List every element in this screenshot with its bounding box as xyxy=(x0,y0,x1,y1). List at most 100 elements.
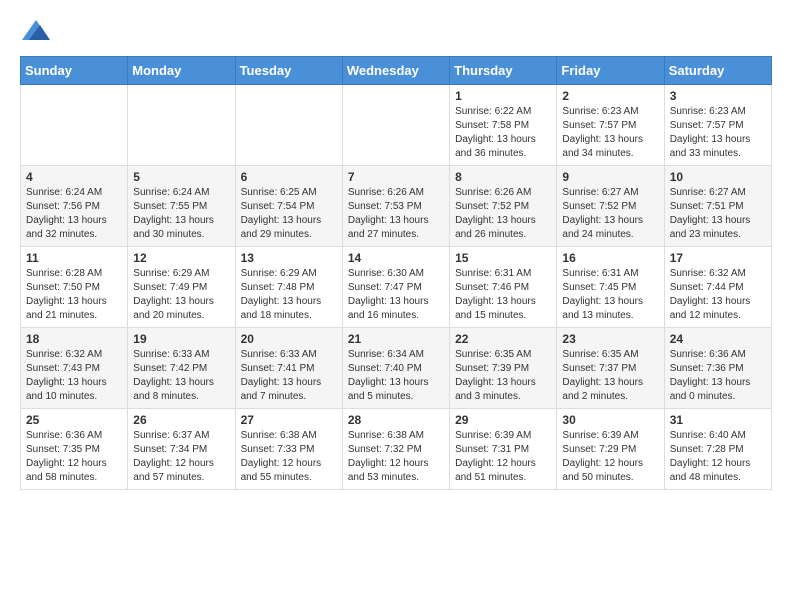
calendar-cell: 21Sunrise: 6:34 AM Sunset: 7:40 PM Dayli… xyxy=(342,328,449,409)
calendar-cell: 3 Sunrise: 6:23 AM Sunset: 7:57 PM Daylig… xyxy=(664,85,771,166)
calendar-cell: 25 Sunrise: 6:36 AM Sunset: 7:35 PM Dayli… xyxy=(21,409,128,490)
calendar-cell: 31 Sunrise: 6:40 AM Sunset: 7:28 PM Dayli… xyxy=(664,409,771,490)
calendar-cell: 26 Sunrise: 6:37 AM Sunset: 7:34 PM Dayli… xyxy=(128,409,235,490)
calendar-cell xyxy=(128,85,235,166)
day-number: 14 xyxy=(348,251,444,265)
calendar-week-row: 25 Sunrise: 6:36 AM Sunset: 7:35 PM Dayli… xyxy=(21,409,772,490)
calendar-week-row: 11Sunrise: 6:28 AM Sunset: 7:50 PM Dayli… xyxy=(21,247,772,328)
day-info: Sunrise: 6:28 AM Sunset: 7:50 PM Dayligh… xyxy=(26,267,122,323)
day-info: Sunrise: 6:24 AM Sunset: 7:56 PM Dayligh… xyxy=(26,186,122,242)
day-info: Sunrise: 6:25 AM Sunset: 7:54 PM Dayligh… xyxy=(241,186,337,242)
day-info: Sunrise: 6:24 AM Sunset: 7:55 PM Dayligh… xyxy=(133,186,229,242)
calendar-cell: 23 Sunrise: 6:35 AM Sunset: 7:37 PM Dayli… xyxy=(557,328,664,409)
calendar-cell: 5 Sunrise: 6:24 AM Sunset: 7:55 PM Daylig… xyxy=(128,166,235,247)
calendar-cell: 13 Sunrise: 6:29 AM Sunset: 7:48 PM Dayli… xyxy=(235,247,342,328)
calendar-cell: 24Sunrise: 6:36 AM Sunset: 7:36 PM Dayli… xyxy=(664,328,771,409)
calendar-cell: 12 Sunrise: 6:29 AM Sunset: 7:49 PM Dayli… xyxy=(128,247,235,328)
day-info: Sunrise: 6:30 AM Sunset: 7:47 PM Dayligh… xyxy=(348,267,444,323)
day-number: 9 xyxy=(562,170,658,184)
calendar-cell: 22 Sunrise: 6:35 AM Sunset: 7:39 PM Dayli… xyxy=(450,328,557,409)
day-number: 17 xyxy=(670,251,766,265)
day-number: 5 xyxy=(133,170,229,184)
day-number: 21 xyxy=(348,332,444,346)
day-info: Sunrise: 6:23 AM Sunset: 7:57 PM Dayligh… xyxy=(670,105,766,161)
calendar-cell xyxy=(342,85,449,166)
day-number: 29 xyxy=(455,413,551,427)
day-info: Sunrise: 6:32 AM Sunset: 7:44 PM Dayligh… xyxy=(670,267,766,323)
day-info: Sunrise: 6:40 AM Sunset: 7:28 PM Dayligh… xyxy=(670,429,766,485)
day-info: Sunrise: 6:33 AM Sunset: 7:41 PM Dayligh… xyxy=(241,348,337,404)
day-header-sunday: Sunday xyxy=(21,57,128,85)
day-header-monday: Monday xyxy=(128,57,235,85)
day-header-wednesday: Wednesday xyxy=(342,57,449,85)
day-number: 8 xyxy=(455,170,551,184)
calendar-cell: 8 Sunrise: 6:26 AM Sunset: 7:52 PM Daylig… xyxy=(450,166,557,247)
calendar-cell: 15 Sunrise: 6:31 AM Sunset: 7:46 PM Dayli… xyxy=(450,247,557,328)
calendar-cell xyxy=(235,85,342,166)
day-info: Sunrise: 6:35 AM Sunset: 7:37 PM Dayligh… xyxy=(562,348,658,404)
day-number: 7 xyxy=(348,170,444,184)
calendar-cell: 7 Sunrise: 6:26 AM Sunset: 7:53 PM Daylig… xyxy=(342,166,449,247)
day-number: 3 xyxy=(670,89,766,103)
day-number: 18 xyxy=(26,332,122,346)
calendar-cell: 29 Sunrise: 6:39 AM Sunset: 7:31 PM Dayli… xyxy=(450,409,557,490)
day-number: 26 xyxy=(133,413,229,427)
calendar-cell: 20Sunrise: 6:33 AM Sunset: 7:41 PM Dayli… xyxy=(235,328,342,409)
page-header xyxy=(20,20,772,40)
calendar-cell: 28 Sunrise: 6:38 AM Sunset: 7:32 PM Dayli… xyxy=(342,409,449,490)
day-number: 6 xyxy=(241,170,337,184)
day-number: 28 xyxy=(348,413,444,427)
calendar-cell: 10 Sunrise: 6:27 AM Sunset: 7:51 PM Dayli… xyxy=(664,166,771,247)
day-number: 13 xyxy=(241,251,337,265)
calendar-cell: 11Sunrise: 6:28 AM Sunset: 7:50 PM Dayli… xyxy=(21,247,128,328)
day-info: Sunrise: 6:31 AM Sunset: 7:46 PM Dayligh… xyxy=(455,267,551,323)
calendar-header-row: SundayMondayTuesdayWednesdayThursdayFrid… xyxy=(21,57,772,85)
day-info: Sunrise: 6:39 AM Sunset: 7:31 PM Dayligh… xyxy=(455,429,551,485)
day-number: 31 xyxy=(670,413,766,427)
day-number: 30 xyxy=(562,413,658,427)
calendar-cell: 17 Sunrise: 6:32 AM Sunset: 7:44 PM Dayli… xyxy=(664,247,771,328)
logo xyxy=(20,20,50,40)
day-info: Sunrise: 6:26 AM Sunset: 7:52 PM Dayligh… xyxy=(455,186,551,242)
calendar-cell: 18 Sunrise: 6:32 AM Sunset: 7:43 PM Dayli… xyxy=(21,328,128,409)
day-info: Sunrise: 6:37 AM Sunset: 7:34 PM Dayligh… xyxy=(133,429,229,485)
calendar-week-row: 18 Sunrise: 6:32 AM Sunset: 7:43 PM Dayli… xyxy=(21,328,772,409)
calendar-cell: 6 Sunrise: 6:25 AM Sunset: 7:54 PM Daylig… xyxy=(235,166,342,247)
day-info: Sunrise: 6:29 AM Sunset: 7:48 PM Dayligh… xyxy=(241,267,337,323)
day-info: Sunrise: 6:38 AM Sunset: 7:32 PM Dayligh… xyxy=(348,429,444,485)
calendar-cell: 14 Sunrise: 6:30 AM Sunset: 7:47 PM Dayli… xyxy=(342,247,449,328)
calendar-cell: 30 Sunrise: 6:39 AM Sunset: 7:29 PM Dayli… xyxy=(557,409,664,490)
day-info: Sunrise: 6:29 AM Sunset: 7:49 PM Dayligh… xyxy=(133,267,229,323)
day-header-friday: Friday xyxy=(557,57,664,85)
logo-icon xyxy=(22,20,50,40)
calendar-table: SundayMondayTuesdayWednesdayThursdayFrid… xyxy=(20,56,772,490)
day-header-thursday: Thursday xyxy=(450,57,557,85)
day-number: 2 xyxy=(562,89,658,103)
day-info: Sunrise: 6:27 AM Sunset: 7:52 PM Dayligh… xyxy=(562,186,658,242)
calendar-cell: 4Sunrise: 6:24 AM Sunset: 7:56 PM Daylig… xyxy=(21,166,128,247)
day-info: Sunrise: 6:32 AM Sunset: 7:43 PM Dayligh… xyxy=(26,348,122,404)
day-number: 23 xyxy=(562,332,658,346)
day-info: Sunrise: 6:35 AM Sunset: 7:39 PM Dayligh… xyxy=(455,348,551,404)
day-info: Sunrise: 6:36 AM Sunset: 7:35 PM Dayligh… xyxy=(26,429,122,485)
day-number: 15 xyxy=(455,251,551,265)
day-info: Sunrise: 6:22 AM Sunset: 7:58 PM Dayligh… xyxy=(455,105,551,161)
day-number: 12 xyxy=(133,251,229,265)
day-info: Sunrise: 6:26 AM Sunset: 7:53 PM Dayligh… xyxy=(348,186,444,242)
day-number: 25 xyxy=(26,413,122,427)
day-header-saturday: Saturday xyxy=(664,57,771,85)
day-info: Sunrise: 6:38 AM Sunset: 7:33 PM Dayligh… xyxy=(241,429,337,485)
day-number: 22 xyxy=(455,332,551,346)
day-number: 19 xyxy=(133,332,229,346)
calendar-cell: 19Sunrise: 6:33 AM Sunset: 7:42 PM Dayli… xyxy=(128,328,235,409)
calendar-cell: 9 Sunrise: 6:27 AM Sunset: 7:52 PM Daylig… xyxy=(557,166,664,247)
day-info: Sunrise: 6:39 AM Sunset: 7:29 PM Dayligh… xyxy=(562,429,658,485)
day-number: 10 xyxy=(670,170,766,184)
calendar-cell: 27 Sunrise: 6:38 AM Sunset: 7:33 PM Dayli… xyxy=(235,409,342,490)
day-info: Sunrise: 6:27 AM Sunset: 7:51 PM Dayligh… xyxy=(670,186,766,242)
calendar-cell: 1 Sunrise: 6:22 AM Sunset: 7:58 PM Daylig… xyxy=(450,85,557,166)
day-number: 27 xyxy=(241,413,337,427)
day-info: Sunrise: 6:31 AM Sunset: 7:45 PM Dayligh… xyxy=(562,267,658,323)
calendar-cell: 16Sunrise: 6:31 AM Sunset: 7:45 PM Dayli… xyxy=(557,247,664,328)
day-number: 1 xyxy=(455,89,551,103)
